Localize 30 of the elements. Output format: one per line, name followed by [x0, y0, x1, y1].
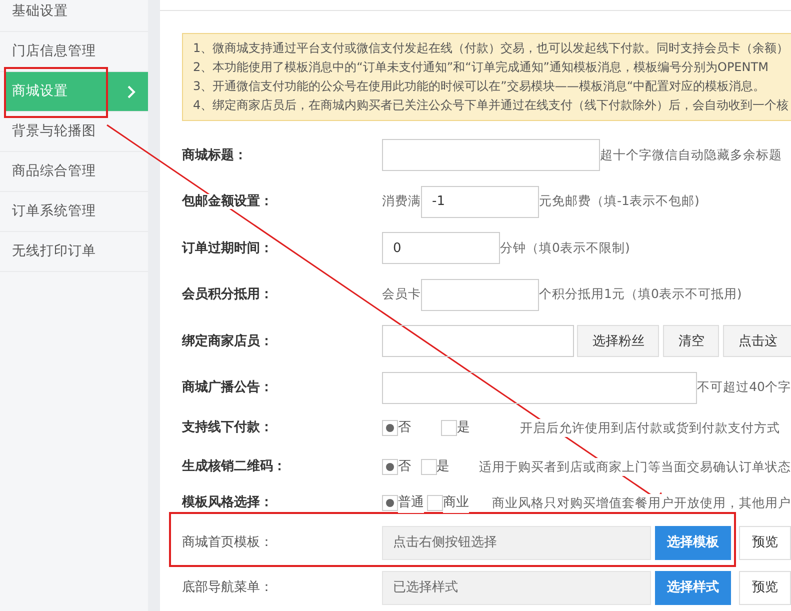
input-field[interactable] — [421, 278, 539, 311]
select-button[interactable]: 选择模板 — [655, 526, 731, 560]
field-hint: 开启后允许使用到店付款或货到付款支付方式 — [520, 418, 780, 438]
notice-line: 1、微商城支持通过平台支付或微信支付发起在线（付款）交易，也可以发起线下付款。同时支持会员卡（余额） — [193, 40, 790, 57]
action-button[interactable]: 点击这 — [723, 325, 791, 358]
input-field[interactable] — [382, 325, 574, 358]
radio-button[interactable] — [382, 420, 398, 436]
radio-button[interactable] — [427, 495, 443, 511]
preview-button[interactable]: 预览 — [739, 526, 791, 560]
selection-field[interactable]: 已选择样式 — [382, 571, 651, 605]
radio-button[interactable] — [441, 420, 457, 436]
notice-line: 3、开通微信支付功能的公众号在使用此功能的时候可以在”交易模块——模板消息“中配置对应的模板消息。 — [193, 78, 766, 95]
select-button[interactable]: 选择样式 — [655, 571, 731, 605]
option-label: 普通 — [398, 493, 424, 513]
radio-button[interactable] — [382, 459, 398, 475]
action-button[interactable]: 清空 — [663, 325, 720, 358]
notice-line: 4、绑定商家店员后，在商城内购买者已关注公众号下单并通过在线支付（线下付款除外）后，会自动收到一个核 — [193, 97, 790, 114]
option-label: 商业 — [443, 493, 469, 513]
action-button[interactable]: 选择粉丝 — [577, 325, 660, 358]
input-field[interactable] — [382, 139, 600, 172]
selection-field[interactable]: 点击右侧按钮选择 — [382, 526, 651, 560]
input-field[interactable]: 0 — [382, 232, 500, 264]
preview-button[interactable]: 预览 — [739, 571, 791, 605]
input-field[interactable]: -1 — [421, 186, 539, 218]
chevron-icon — [127, 84, 136, 98]
radio-button[interactable] — [382, 495, 398, 511]
field-hint: 适用于购买者到店或商家上门等当面交易确认订单状态 — [479, 458, 791, 476]
notice-line: 2、本功能使用了模板消息中的“订单未支付通知”和“订单完成通知”通知模板消息，模板编号分别为OPENTM — [193, 59, 770, 76]
radio-button[interactable] — [420, 459, 436, 475]
input-field[interactable] — [382, 372, 698, 404]
